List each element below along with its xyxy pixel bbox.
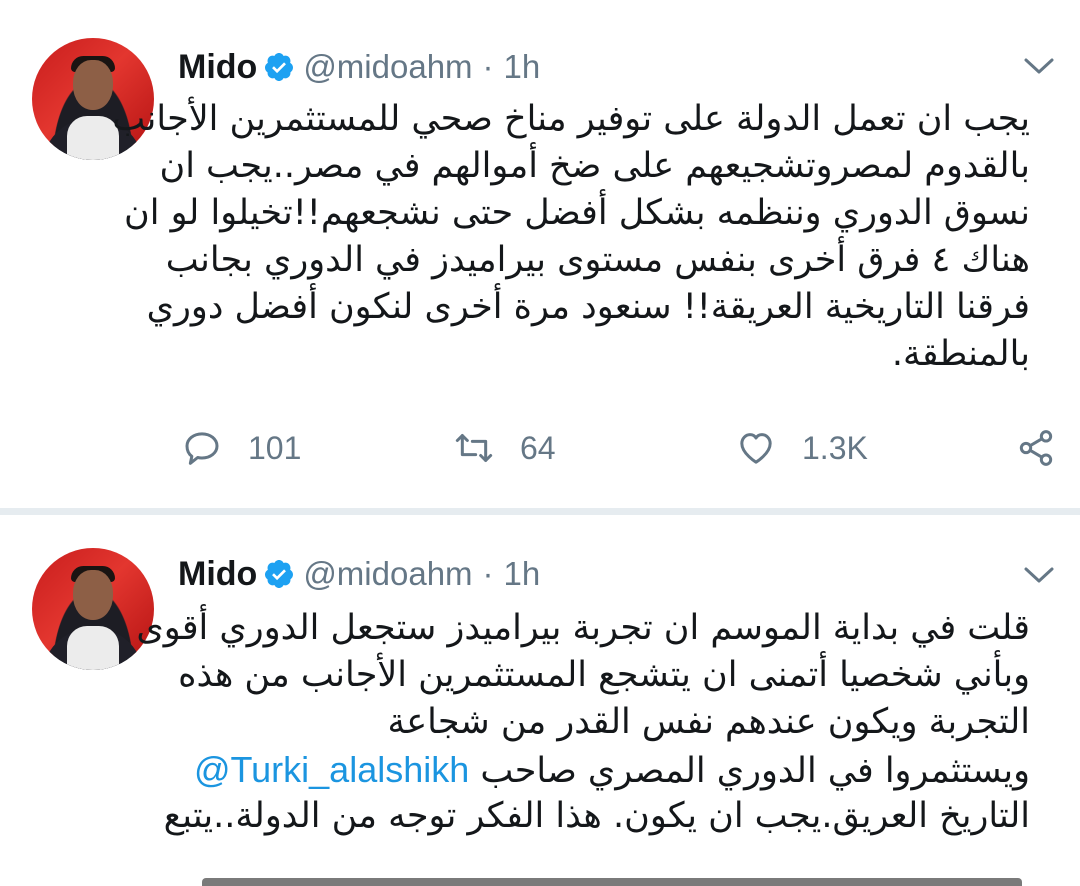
- chevron-down-icon[interactable]: [1022, 54, 1056, 78]
- author-name[interactable]: Mido: [178, 48, 257, 87]
- tweet-text-line: وبأني شخصيا أتمنى ان يتشجع المستثمرين ال…: [178, 655, 1030, 695]
- chevron-down-icon[interactable]: [1022, 563, 1056, 587]
- share-button[interactable]: [1016, 420, 1056, 476]
- verified-badge-icon: [265, 560, 294, 588]
- retweet-icon: [455, 434, 493, 462]
- tweet-text-line: هناك ٤ فرق أخرى بنفس مستوى بيراميدز في ا…: [165, 240, 1030, 280]
- tweet-text-line: ويستثمروا في الدوري المصري صاحب @Turki_a…: [182, 746, 1030, 793]
- retweet-count: 64: [520, 429, 556, 466]
- tweet-timestamp[interactable]: 1h: [504, 555, 541, 593]
- tweet-timestamp[interactable]: 1h: [504, 48, 541, 86]
- tweet-text-line: التاريخ العريق.يجب ان يكون. هذا الفكر تو…: [163, 796, 1030, 836]
- tweet-2[interactable]: Mido @midoahm · 1h قلت في بداية الموسم ا…: [0, 515, 1080, 886]
- separator-dot: ·: [482, 555, 494, 592]
- tweet-text-line: قلت في بداية الموسم ان تجربة بيراميدز ست…: [136, 608, 1030, 648]
- tweet-text-line: التجربة ويكون عندهم نفس القدر من شجاعة: [387, 702, 1031, 742]
- mention-link[interactable]: @Turki_alalshikh: [194, 749, 469, 790]
- tweet-text-line: نسوق الدوري وننظمه بشكل أفضل حتى نشجعهم!…: [124, 193, 1030, 233]
- like-button[interactable]: 1.3K: [736, 420, 868, 476]
- tweet-text-fragment: ويستثمروا في الدوري المصري صاحب: [480, 751, 1030, 791]
- tweet-actions: 101 64 1.3K: [182, 420, 1062, 476]
- author-handle[interactable]: @midoahm: [303, 48, 472, 86]
- tweet-divider: [0, 508, 1080, 515]
- reply-count: 101: [248, 429, 302, 466]
- tweet-text-line: بالقدوم لمصروتشجيعهم على ضخ أموالهم في م…: [159, 146, 1030, 186]
- separator-dot: ·: [482, 48, 494, 85]
- verified-badge-icon: [265, 53, 294, 81]
- tweet-header: Mido @midoahm · 1h: [178, 549, 540, 599]
- author-name[interactable]: Mido: [178, 555, 257, 594]
- reply-icon: [185, 432, 219, 465]
- tweet-text-line: يجب ان تعمل الدولة على توفير مناخ صحي لل…: [112, 99, 1030, 139]
- tweet-text: قلت في بداية الموسم ان تجربة بيراميدز ست…: [136, 605, 1031, 840]
- tweet-1[interactable]: Mido @midoahm · 1h يجب ان تعمل الدولة عل…: [0, 0, 1080, 508]
- tweet-header: Mido @midoahm · 1h: [178, 42, 540, 92]
- heart-icon: [740, 433, 772, 464]
- tweet-text-line: فرقنا التاريخية العريقة!! سنعود مرة أخرى…: [146, 287, 1030, 327]
- retweet-button[interactable]: 64: [454, 420, 556, 476]
- tweet-text: يجب ان تعمل الدولة على توفير مناخ صحي لل…: [112, 96, 1030, 378]
- scroll-indicator: [202, 878, 1022, 886]
- tweet-text-line: بالمنطقة.: [891, 334, 1030, 374]
- reply-button[interactable]: 101: [182, 420, 301, 476]
- like-count: 1.3K: [802, 429, 868, 466]
- share-icon: [1019, 430, 1053, 466]
- author-handle[interactable]: @midoahm: [303, 555, 472, 593]
